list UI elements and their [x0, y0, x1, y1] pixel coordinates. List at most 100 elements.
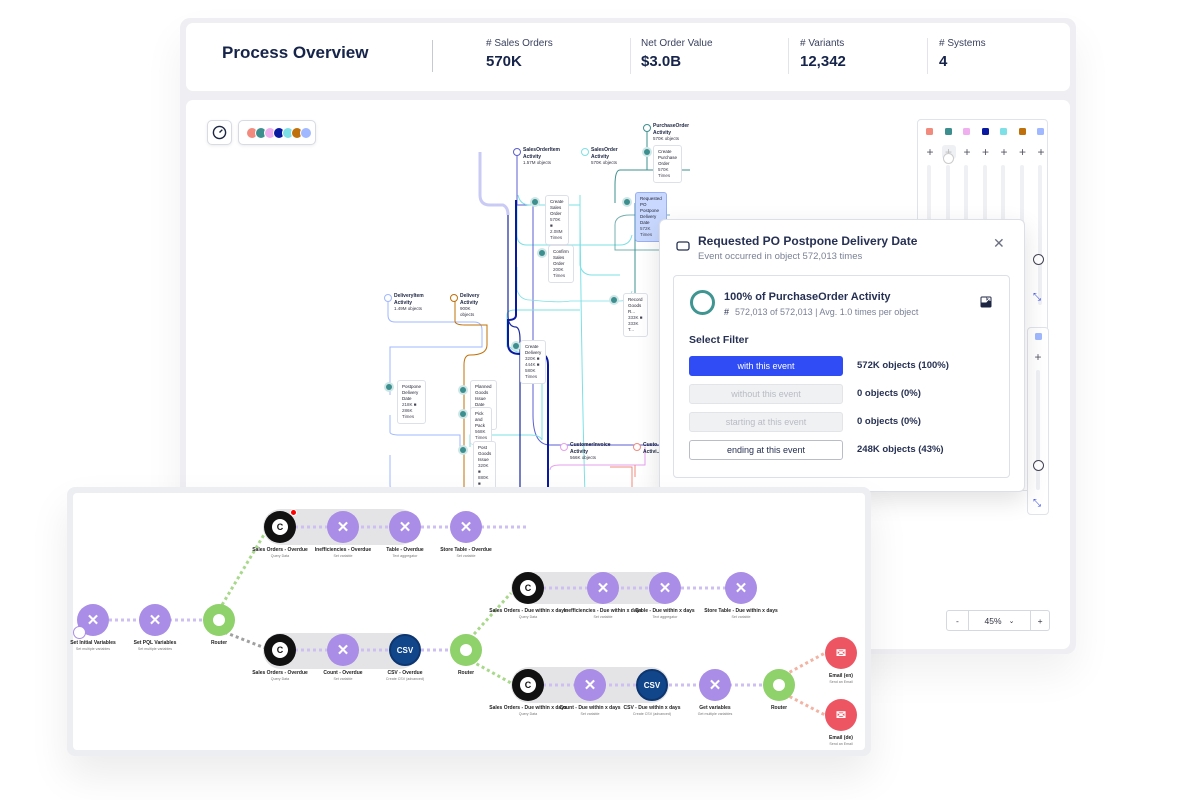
zoom-in-button[interactable]: + — [1031, 611, 1049, 630]
plus-icon[interactable]: + — [960, 145, 974, 159]
object-type-node[interactable]: Delivery Activity 900K objects — [460, 293, 479, 318]
zoom-level-select[interactable]: 45% ⌄ — [969, 611, 1032, 630]
module-csv[interactable]: CSV — [636, 669, 668, 701]
filter-with-this-event-button[interactable]: with this event — [689, 356, 843, 376]
event-icon — [676, 241, 690, 251]
module-csv[interactable]: CSV — [389, 634, 421, 666]
event-label: Record Goods R... — [628, 297, 643, 315]
event-node[interactable]: Pick and Pack 568K Times — [470, 407, 493, 446]
filter-result: 0 objects (0%) — [857, 388, 921, 399]
object-label: SalesOrderItem Activity — [523, 147, 560, 160]
zoom-control: - 45% ⌄ + — [946, 610, 1050, 631]
filter-result: 572K objects (100%) — [857, 360, 949, 371]
module-router[interactable]: ● — [203, 604, 235, 636]
event-count: 568K Times — [475, 429, 488, 441]
zoom-out-button[interactable]: - — [947, 611, 969, 630]
event-node[interactable]: Create Sales Order 570K ■ 2.08M Times — [545, 195, 569, 246]
filter-ending-at-this-event-button[interactable]: ending at this event — [689, 440, 843, 460]
event-count: 218K ■ 286K Times — [402, 402, 417, 420]
object-type-node[interactable]: SalesOrderItem Activity 1.57M objects — [523, 147, 560, 166]
object-type-node[interactable]: PurchaseOrder Activity 570K objects — [653, 123, 689, 142]
celonis-icon: C — [520, 580, 536, 596]
router-icon: ● — [213, 614, 225, 626]
module-tool[interactable]: ✕ — [649, 572, 681, 604]
zoom-level: 45% — [984, 615, 1002, 626]
object-type-node[interactable]: DeliveryItem Activity 1.49M objects — [394, 293, 424, 312]
slider-handle[interactable] — [943, 153, 954, 164]
tools-icon: ✕ — [708, 677, 722, 694]
module-email[interactable]: ✉ — [825, 699, 857, 731]
frequency-slider[interactable] — [1036, 370, 1040, 490]
module-tool[interactable]: ✕ — [725, 572, 757, 604]
object-start-icon — [581, 148, 589, 156]
event-node[interactable]: Create Purchase Order 570K Times — [653, 145, 683, 184]
tools-icon: ✕ — [148, 612, 162, 629]
popup-subtitle: Event occurred in object 572,013 times — [698, 251, 863, 262]
module-name: Router — [770, 705, 788, 711]
plus-icon[interactable]: + — [979, 145, 993, 159]
module-tool[interactable]: ✕ — [327, 634, 359, 666]
close-icon[interactable]: ✕ — [993, 235, 1005, 252]
module-name: Router — [210, 640, 228, 646]
object-start-icon — [633, 443, 641, 451]
module-celonis[interactable]: C — [264, 509, 297, 543]
speedometer-button[interactable] — [207, 120, 232, 145]
module-router[interactable]: ● — [450, 634, 482, 666]
event-marker-icon — [460, 447, 466, 453]
event-marker-icon — [532, 199, 538, 205]
kpi-label: Net Order Value — [641, 38, 713, 49]
module-celonis[interactable]: C — [512, 572, 544, 604]
plus-icon[interactable]: + — [1034, 145, 1048, 159]
module-celonis[interactable]: C — [512, 669, 544, 701]
event-marker-icon — [644, 149, 650, 155]
event-label: Post Goods Issue — [478, 445, 492, 463]
event-node[interactable]: Confirm Sales Order 200K Times — [548, 245, 574, 284]
module-email[interactable]: ✉ — [825, 637, 857, 669]
object-color-dot — [301, 127, 311, 138]
slider-handle[interactable] — [1033, 254, 1044, 265]
plus-icon[interactable]: + — [1016, 145, 1030, 159]
module-tool[interactable]: ✕ — [327, 511, 359, 543]
slider-handle[interactable] — [1033, 460, 1044, 471]
object-count: 570K objects — [653, 136, 680, 141]
collapse-icon[interactable]: ⤡ — [1033, 498, 1041, 509]
divider — [927, 38, 928, 74]
module-label: Router — [164, 640, 274, 647]
module-tool[interactable]: ✕ — [139, 604, 171, 636]
module-tool[interactable]: ✕ — [699, 669, 731, 701]
event-node[interactable]: Record Goods R... 333K ■ 333K T... — [623, 293, 648, 338]
module-tool[interactable]: ✕ — [450, 511, 482, 543]
kpi-label: # Systems — [939, 38, 986, 49]
module-celonis[interactable]: C — [264, 634, 296, 666]
plus-icon[interactable]: + — [923, 145, 937, 159]
hash-icon: # — [724, 307, 730, 317]
event-count: 570K Times — [658, 167, 671, 179]
module-tool[interactable]: ✕ — [73, 604, 109, 639]
kpi-sales-orders: # Sales Orders 570K — [486, 38, 553, 70]
plus-icon[interactable]: + — [997, 145, 1011, 159]
email-icon: ✉ — [835, 708, 847, 722]
object-label: PurchaseOrder Activity — [653, 123, 690, 136]
object-count: 566K objects — [570, 455, 597, 460]
plus-icon[interactable]: + — [1031, 350, 1045, 364]
module-label: Email (en) Send an Email — [786, 673, 896, 685]
page-title: Process Overview — [222, 43, 369, 62]
event-count: 333K ■ 333K T... — [628, 315, 643, 333]
event-node[interactable]: Postpone Delivery Date 218K ■ 286K Times — [397, 380, 427, 425]
module-tool[interactable]: ✕ — [389, 511, 421, 543]
router-icon: ● — [773, 679, 785, 691]
expand-icon[interactable] — [980, 296, 992, 308]
frequency-slider[interactable] — [1038, 165, 1042, 305]
object-type-node[interactable]: CustomerInvoice Activity 566K objects — [570, 442, 611, 461]
divider — [432, 40, 433, 72]
event-node[interactable]: Create Delivery 320K ■ 444K ■ 580K Times — [520, 340, 547, 385]
celonis-icon: C — [272, 519, 288, 535]
divider — [630, 38, 631, 74]
collapse-icon[interactable]: ⤡ — [1033, 292, 1041, 303]
filter-heading: Select Filter — [689, 334, 749, 346]
module-tool[interactable]: ✕ — [587, 572, 619, 604]
kpi-systems: # Systems 4 — [939, 38, 986, 70]
object-type-filter[interactable] — [238, 120, 316, 145]
module-tool[interactable]: ✕ — [574, 669, 606, 701]
object-type-node[interactable]: SalesOrder Activity 570K objects — [591, 147, 618, 166]
